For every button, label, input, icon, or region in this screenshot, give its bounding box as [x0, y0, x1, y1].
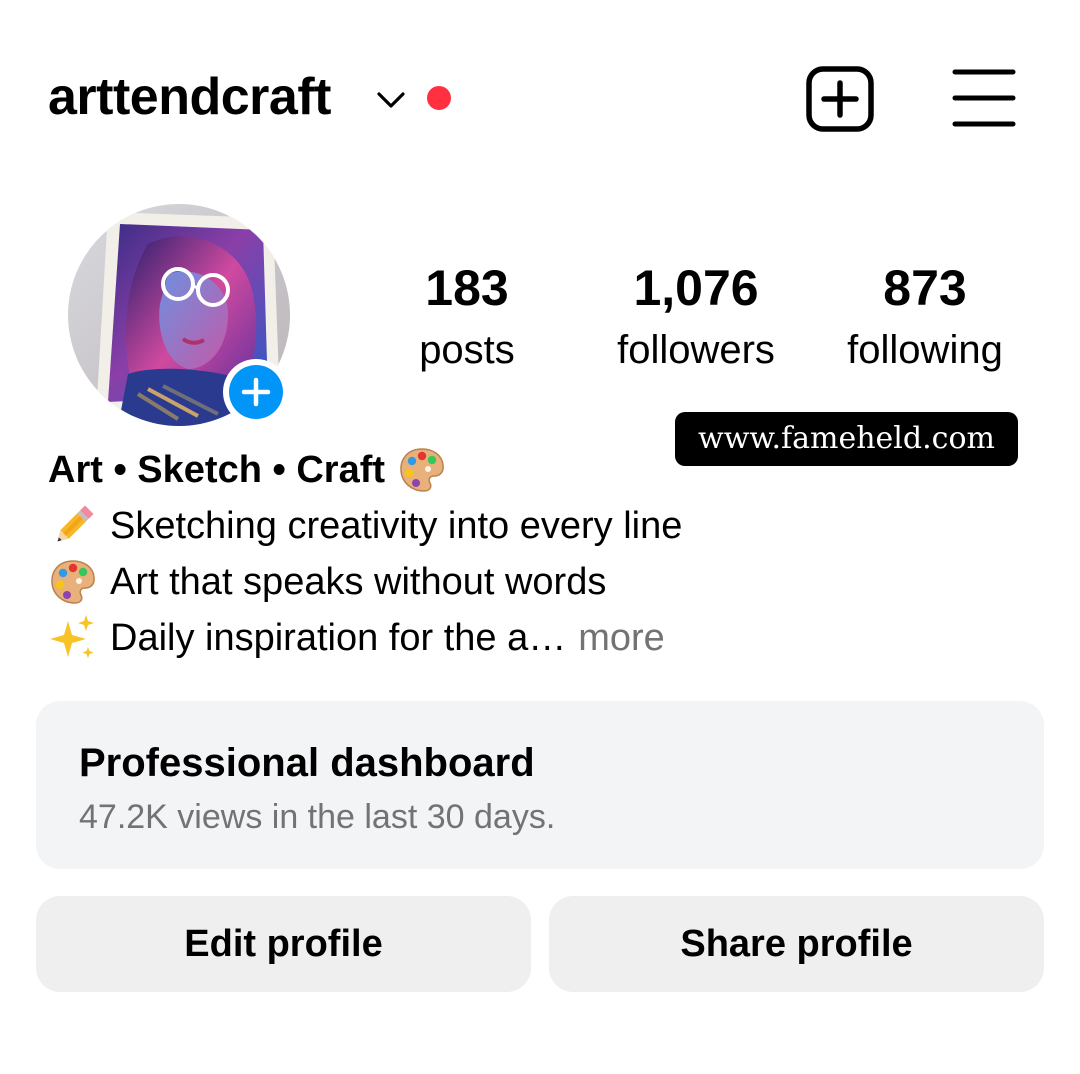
chevron-down-icon[interactable] [374, 82, 408, 116]
sparkles-emoji-icon [48, 613, 98, 663]
bio-more-link[interactable]: more [578, 610, 665, 666]
posts-label: posts [419, 328, 515, 372]
hamburger-menu-icon[interactable] [952, 68, 1016, 128]
bio-line-text: Daily inspiration for the a… [110, 617, 567, 659]
stat-posts[interactable]: 183 posts [372, 258, 562, 382]
avatar-container [68, 204, 292, 428]
posts-count: 183 [425, 260, 509, 316]
plus-square-icon[interactable] [806, 66, 874, 132]
bio-line: Art that speaks without words [48, 554, 1038, 610]
followers-label: followers [617, 328, 775, 372]
following-count: 873 [883, 260, 967, 316]
following-label: following [847, 328, 1003, 372]
dashboard-title: Professional dashboard [79, 741, 535, 785]
stat-following[interactable]: 873 following [830, 258, 1020, 382]
professional-dashboard-card[interactable]: Professional dashboard 47.2K views in th… [36, 701, 1044, 869]
stat-followers[interactable]: 1,076 followers [601, 258, 791, 382]
bio-line-text: Art that speaks without words [110, 561, 607, 603]
dashboard-subtitle: 47.2K views in the last 30 days. [79, 798, 556, 836]
add-story-button[interactable] [223, 359, 289, 425]
palette-emoji-icon [48, 557, 98, 607]
bio-line: Sketching creativity into every line [48, 498, 1038, 554]
bio-line-text: Sketching creativity into every line [110, 505, 683, 547]
add-story-badge [229, 365, 283, 419]
notification-dot [427, 86, 451, 110]
share-profile-button[interactable]: Share profile [549, 896, 1044, 992]
profile-header: arttendcraft [0, 0, 1080, 190]
palette-emoji-icon [397, 445, 447, 495]
plus-icon [241, 377, 271, 407]
username[interactable]: arttendcraft [48, 64, 331, 130]
bio-title: Art • Sketch • Craft [48, 449, 386, 491]
edit-profile-button[interactable]: Edit profile [36, 896, 531, 992]
followers-count: 1,076 [633, 260, 759, 316]
bio-line: Daily inspiration for the a… more [48, 610, 1038, 666]
pencil-emoji-icon [48, 501, 98, 551]
watermark: www.fameheld.com [675, 412, 1018, 466]
bio: Art • Sketch • Craft Sketching creativit… [48, 442, 1038, 666]
